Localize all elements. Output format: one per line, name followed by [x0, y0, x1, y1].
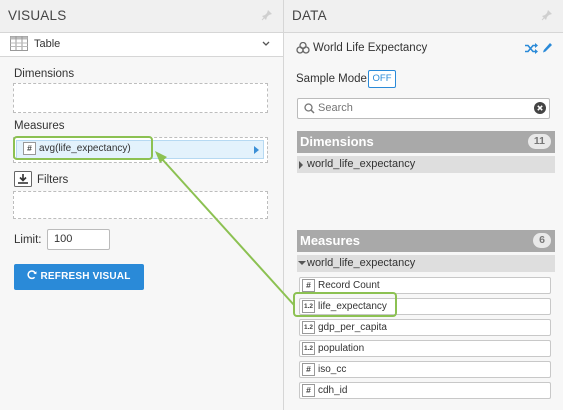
- list-item[interactable]: # cdh_id: [299, 382, 551, 399]
- highlight-box-field: [293, 292, 397, 317]
- table-icon: [10, 36, 28, 51]
- measure-field-label: population: [318, 343, 365, 354]
- limit-value: 100: [54, 233, 73, 245]
- pin-icon[interactable]: [541, 9, 553, 21]
- dataset-name: World Life Expectancy: [313, 42, 428, 54]
- data-title: DATA: [292, 8, 327, 23]
- measure-field-label: Record Count: [318, 280, 380, 291]
- dimensions-header-label: Dimensions: [300, 134, 374, 149]
- visuals-title: VISUALS: [8, 8, 67, 23]
- visual-type-label: Table: [34, 38, 61, 50]
- expanded-caret-icon: [298, 261, 306, 265]
- edit-pencil-icon[interactable]: [542, 42, 553, 54]
- decimal-type-icon: 1.2: [302, 321, 315, 334]
- search-input[interactable]: [318, 101, 518, 115]
- sample-mode-value: OFF: [372, 73, 392, 84]
- data-header: DATA: [284, 0, 563, 33]
- sample-mode-toggle[interactable]: OFF: [368, 70, 396, 88]
- measure-field-label: iso_cc: [318, 364, 347, 375]
- limit-input[interactable]: 100: [47, 229, 110, 250]
- list-item[interactable]: # iso_cc: [299, 361, 551, 378]
- search-field[interactable]: [297, 98, 550, 119]
- measures-group-header[interactable]: world_life_expectancy: [297, 255, 555, 272]
- download-icon[interactable]: [14, 171, 32, 187]
- highlight-box-measure: [13, 136, 153, 160]
- filters-label: Filters: [37, 174, 69, 186]
- clear-search-icon[interactable]: [534, 102, 546, 114]
- data-panel: DATA World Life Expectancy Sample Mode: …: [284, 0, 563, 410]
- list-item[interactable]: 1.2 gdp_per_capita: [299, 319, 551, 336]
- list-item[interactable]: 1.2 population: [299, 340, 551, 357]
- dataset-icon: [296, 42, 310, 54]
- visuals-panel: VISUALS Table Dimensions Measures # avg(…: [0, 0, 284, 410]
- measures-label: Measures: [14, 120, 65, 132]
- visual-type-select[interactable]: Table: [0, 33, 283, 57]
- chevron-down-icon: [262, 41, 270, 46]
- measures-section-header[interactable]: Measures 6: [297, 230, 555, 252]
- shuffle-icon[interactable]: [525, 43, 538, 54]
- caret-right-icon[interactable]: [254, 146, 259, 154]
- search-icon: [304, 103, 315, 114]
- dimensions-shelf[interactable]: [13, 83, 268, 113]
- measure-field-label: cdh_id: [318, 385, 348, 396]
- dimensions-label: Dimensions: [14, 68, 75, 80]
- measures-header-label: Measures: [300, 233, 360, 248]
- dimensions-section-header[interactable]: Dimensions 11: [297, 131, 555, 153]
- dimensions-group-label: world_life_expectancy: [307, 158, 416, 170]
- dimensions-count-badge: 11: [527, 134, 551, 149]
- decimal-type-icon: 1.2: [302, 342, 315, 355]
- refresh-visual-button[interactable]: REFRESH VISUAL: [14, 264, 144, 290]
- sample-mode-label: Sample Mode:: [296, 73, 371, 85]
- refresh-icon: [27, 270, 38, 280]
- number-type-icon: #: [302, 363, 315, 376]
- visuals-header: VISUALS: [0, 0, 283, 33]
- measure-field-label: gdp_per_capita: [318, 322, 387, 333]
- filters-shelf[interactable]: [13, 191, 268, 219]
- refresh-visual-label: REFRESH VISUAL: [40, 271, 131, 282]
- number-type-icon: #: [302, 279, 315, 292]
- number-type-icon: #: [302, 384, 315, 397]
- dimensions-group-header[interactable]: world_life_expectancy: [297, 156, 555, 173]
- pin-icon[interactable]: [261, 9, 273, 21]
- collapsed-caret-icon: [299, 161, 303, 169]
- measures-count-badge: 6: [533, 233, 551, 248]
- limit-label: Limit:: [14, 234, 42, 246]
- measures-group-label: world_life_expectancy: [307, 257, 416, 269]
